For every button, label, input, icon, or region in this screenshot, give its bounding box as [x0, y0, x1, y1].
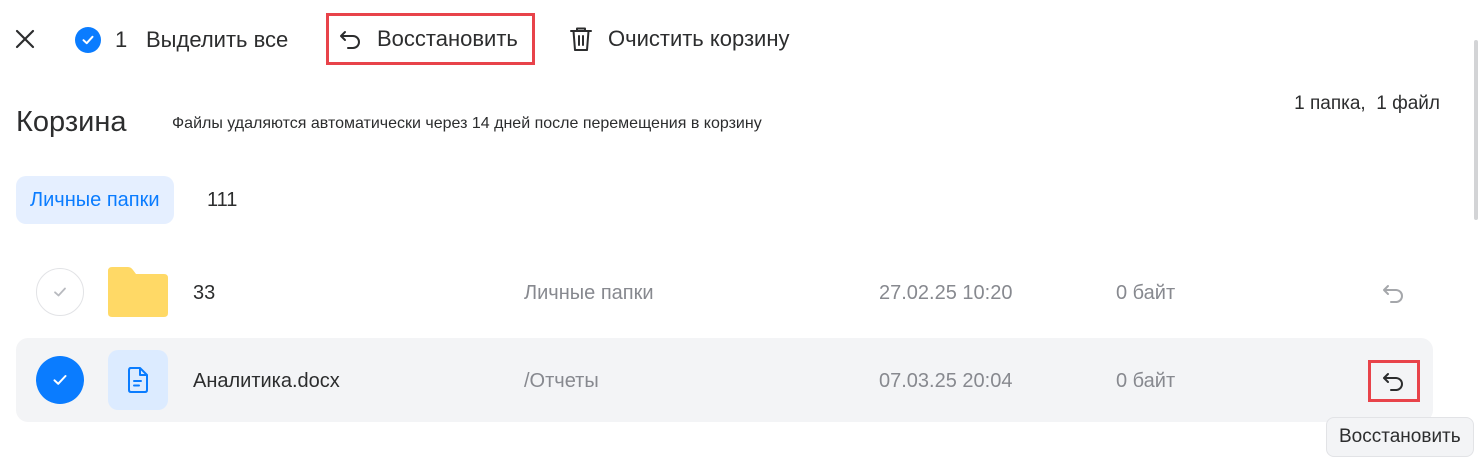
- row-select-checkbox[interactable]: [36, 268, 84, 316]
- restore-button-label: Восстановить: [377, 26, 518, 51]
- page-title: Корзина: [16, 106, 127, 138]
- row-restore-button[interactable]: [1368, 360, 1420, 402]
- auto-delete-notice: Файлы удаляются автоматически через 14 д…: [172, 115, 762, 132]
- list-item[interactable]: 33 Личные папки 27.02.25 10:20 0 байт: [16, 250, 1433, 334]
- selection-check-indicator: [75, 27, 101, 53]
- items-summary: 1 папка, 1 файл: [1294, 93, 1440, 114]
- restore-tooltip: Восстановить: [1326, 417, 1474, 457]
- checkmark-icon: [82, 35, 94, 45]
- selected-count: 1: [115, 27, 128, 52]
- restore-button[interactable]: Восстановить: [326, 13, 535, 65]
- scrollbar-thumb[interactable]: [1474, 40, 1478, 220]
- clear-trash-button[interactable]: Очистить корзину: [568, 25, 790, 53]
- row-restore-button[interactable]: [1368, 272, 1420, 314]
- checkmark-icon: [54, 287, 66, 297]
- item-name: 33: [193, 282, 216, 304]
- selection-toolbar: 1 Выделить все Восстановить Очистить кор…: [0, 0, 1479, 80]
- close-icon: [15, 29, 35, 49]
- scrollbar[interactable]: [1473, 0, 1479, 458]
- item-size: 0 байт: [1116, 370, 1176, 392]
- breadcrumb-personal-folders[interactable]: Личные папки: [16, 176, 174, 224]
- list-item[interactable]: Аналитика.docx /Отчеты 07.03.25 20:04 0 …: [16, 338, 1433, 422]
- breadcrumb-current-folder: 111: [207, 189, 238, 211]
- item-deleted-date: 07.03.25 20:04: [879, 370, 1013, 392]
- undo-arrow-icon: [340, 31, 360, 49]
- item-original-location: Личные папки: [524, 282, 654, 304]
- trash-icon: [570, 27, 592, 51]
- clear-trash-label: Очистить корзину: [608, 26, 790, 51]
- undo-arrow-icon: [1383, 285, 1403, 303]
- checkmark-icon: [53, 375, 67, 385]
- item-size: 0 байт: [1116, 282, 1176, 304]
- undo-arrow-icon: [1383, 373, 1403, 391]
- item-name: Аналитика.docx: [193, 370, 340, 392]
- item-deleted-date: 27.02.25 10:20: [879, 282, 1013, 304]
- row-select-checkbox[interactable]: [36, 356, 84, 404]
- folder-icon: [108, 262, 168, 322]
- close-selection-button[interactable]: [10, 24, 40, 54]
- item-original-location: /Отчеты: [524, 370, 599, 392]
- document-icon: [108, 350, 168, 410]
- select-all-button[interactable]: Выделить все: [146, 27, 288, 53]
